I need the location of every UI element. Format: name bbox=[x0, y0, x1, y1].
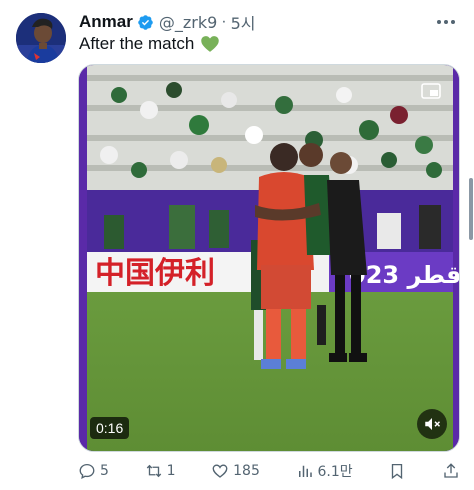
reply-icon bbox=[79, 463, 95, 479]
tweet-text: After the match bbox=[79, 34, 220, 54]
tweet-body: After the match bbox=[79, 34, 195, 53]
video-frame: 中国伊利 023 قطر bbox=[79, 65, 459, 451]
share-icon bbox=[444, 463, 458, 478]
share-button[interactable] bbox=[442, 462, 460, 480]
tweet-header: Anmar @_zrk9 · 5시 bbox=[79, 11, 464, 33]
analytics-icon bbox=[298, 465, 312, 477]
scrollbar[interactable] bbox=[469, 178, 473, 240]
more-options-icon[interactable] bbox=[434, 13, 458, 31]
views-button[interactable]: 6.1만 bbox=[296, 461, 353, 481]
bookmark-button[interactable] bbox=[388, 462, 406, 480]
reply-count: 5 bbox=[100, 463, 109, 479]
avatar[interactable] bbox=[16, 13, 66, 63]
green-heart-icon bbox=[201, 36, 220, 52]
like-icon bbox=[212, 464, 228, 478]
repost-icon bbox=[146, 464, 161, 478]
reply-button[interactable]: 5 bbox=[78, 462, 109, 480]
speaker-muted-icon[interactable] bbox=[417, 409, 447, 439]
video-duration: 0:16 bbox=[90, 417, 130, 439]
post-time[interactable]: 5시 bbox=[231, 10, 256, 34]
author-name[interactable]: Anmar bbox=[79, 12, 133, 32]
author-handle[interactable]: @_zrk9 bbox=[159, 13, 217, 32]
banner-text-left: 中国伊利 bbox=[95, 256, 215, 291]
separator-dot: · bbox=[221, 13, 227, 30]
repost-button[interactable]: 1 bbox=[145, 462, 176, 480]
repost-count: 1 bbox=[166, 463, 176, 479]
view-count: 6.1만 bbox=[317, 464, 353, 480]
like-button[interactable]: 185 bbox=[211, 462, 260, 480]
video-player[interactable]: 中国伊利 023 قطر 0:16 bbox=[78, 64, 460, 452]
verified-badge-icon bbox=[138, 14, 153, 30]
action-bar: 5 1 185 6.1만 bbox=[78, 459, 460, 483]
like-count: 185 bbox=[233, 463, 260, 479]
bookmark-icon bbox=[392, 463, 403, 480]
picture-in-picture-icon[interactable] bbox=[421, 83, 441, 99]
